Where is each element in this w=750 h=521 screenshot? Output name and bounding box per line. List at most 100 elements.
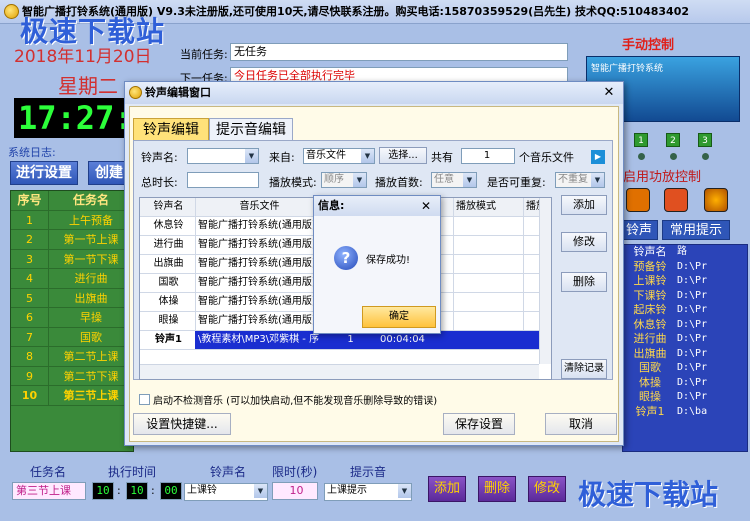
ring-name: 休息铃	[633, 317, 667, 331]
weekday-display: 星期二	[58, 74, 118, 98]
task-row[interactable]: 2 第一节上课	[11, 230, 133, 250]
channel-2-button[interactable]: 2	[666, 133, 680, 147]
ring-row[interactable]: 预备铃 D:\Pr	[623, 260, 747, 275]
task-index: 7	[11, 327, 49, 346]
time-limit-field[interactable]: 10	[272, 482, 318, 500]
channel-3-button[interactable]: 3	[698, 133, 712, 147]
task-name-field[interactable]: 第三节上课	[12, 482, 86, 500]
task-grid[interactable]: 序号 任务名 1 上午预备 2 第一节上课 3 第一节下课 4 进行曲 5 出旗曲 6 早操…	[10, 190, 134, 452]
cancel-button[interactable]: 取消	[545, 413, 617, 435]
play-count-select[interactable]: 任意 ▼	[431, 172, 477, 188]
chevron-down-icon: ▼	[245, 149, 258, 163]
ring-row[interactable]: 体操 D:\Pr	[623, 376, 747, 391]
cell	[454, 293, 524, 311]
duration-field[interactable]	[187, 172, 259, 188]
system-log-label[interactable]: 系统日志:	[8, 144, 56, 160]
task-index: 5	[11, 288, 49, 307]
task-row[interactable]: 6 早操	[11, 308, 133, 328]
tab-prompt-edit[interactable]: 提示音编辑	[209, 118, 293, 140]
task-row[interactable]: 1 上午预备	[11, 210, 133, 230]
browse-button[interactable]: 选择...	[379, 147, 427, 164]
ring-row[interactable]: 起床铃 D:\Pr	[623, 303, 747, 318]
task-row[interactable]: 5 出旗曲	[11, 288, 133, 308]
cell	[454, 274, 524, 292]
clear-records-button[interactable]: 清除记录	[561, 359, 607, 379]
ring-row[interactable]: 进行曲 D:\Pr	[623, 332, 747, 347]
settings-button[interactable]: 进行设置	[10, 161, 78, 185]
ring-path: D:\Pr	[677, 333, 708, 344]
time-separator: :	[117, 484, 121, 497]
ring-select-value: 上课铃	[187, 485, 217, 496]
cell-file: 智能广播打铃系统(通用版)\	[196, 236, 322, 254]
tab-common-prompt[interactable]: 常用提示	[662, 220, 730, 240]
modify-task-button[interactable]: 修改	[528, 476, 566, 502]
ring-row[interactable]: 铃声1 D:\ba	[623, 405, 747, 420]
pause-icon[interactable]	[626, 188, 650, 212]
second-field[interactable]: 00	[160, 482, 182, 500]
task-name: 第二节下课	[63, 369, 119, 383]
save-settings-button[interactable]: 保存设置	[443, 413, 515, 435]
add-task-button[interactable]: 添加	[428, 476, 466, 502]
info-message-box: 信息: ✕ ? 保存成功! 确定	[313, 195, 441, 334]
ring-row[interactable]: 国歌 D:\Pr	[623, 361, 747, 376]
task-row[interactable]: 7 国歌	[11, 327, 133, 347]
task-name: 早操	[80, 311, 102, 324]
ring-row[interactable]: 眼操 D:\Pr	[623, 390, 747, 405]
record-icon[interactable]	[704, 188, 728, 212]
total-count-field[interactable]: 1	[461, 148, 515, 164]
ok-button[interactable]: 确定	[362, 306, 436, 328]
channel-1-button[interactable]: 1	[634, 133, 648, 147]
task-name-label: 任务名	[30, 465, 67, 479]
add-button[interactable]: 添加	[561, 195, 607, 215]
ring-path: D:\Pr	[677, 391, 708, 402]
task-index: 1	[11, 210, 49, 229]
cell-file: \教程素材\MP3\邓紫棋 - 序	[196, 331, 322, 349]
task-row[interactable]: 3 第一节下课	[11, 249, 133, 269]
skip-check-checkbox[interactable]	[139, 394, 150, 405]
ring-row[interactable]: 下课铃 D:\Pr	[623, 289, 747, 304]
ring-row[interactable]: 休息铃 D:\Pr	[623, 318, 747, 333]
task-row[interactable]: 10 第三节上课	[11, 386, 133, 406]
source-select[interactable]: 音乐文件 ▼	[303, 148, 375, 164]
modify-button[interactable]: 修改	[561, 232, 607, 252]
ring-list[interactable]: 铃声名路 预备铃 D:\Pr 上课铃 D:\Pr 下课铃 D:\Pr 起床铃 D:\Pr…	[622, 244, 748, 452]
chevron-down-icon: ▼	[398, 484, 411, 498]
message-text: 保存成功!	[366, 255, 411, 266]
task-row[interactable]: 8 第二节上课	[11, 347, 133, 367]
ring-row[interactable]: 出旗曲 D:\Pr	[623, 347, 747, 362]
repeat-select[interactable]: 不重复 ▼	[555, 172, 605, 188]
task-row[interactable]: 9 第二节下课	[11, 366, 133, 386]
ring-select[interactable]: 上课铃 ▼	[184, 483, 268, 501]
chevron-down-icon: ▼	[463, 173, 476, 187]
stop-icon[interactable]	[664, 188, 688, 212]
cell-ring: 休息铃	[140, 217, 196, 235]
prompt-select[interactable]: 上课提示 ▼	[324, 483, 412, 501]
delete-button[interactable]: 删除	[561, 272, 607, 292]
play-mode-select[interactable]: 顺序 ▼	[321, 172, 367, 188]
minute-field[interactable]: 10	[126, 482, 148, 500]
ring-row[interactable]: 上课铃 D:\Pr	[623, 274, 747, 289]
dialog-title-bar: 铃声编辑窗口	[125, 82, 623, 104]
shortcut-settings-button[interactable]: 设置快捷键...	[133, 413, 231, 435]
play-icon[interactable]: ▶	[591, 150, 605, 164]
ring-name-label: 铃声名	[210, 465, 247, 479]
close-icon[interactable]: ✕	[418, 198, 434, 214]
amplifier-control-label[interactable]: 启用功放控制	[623, 166, 701, 185]
cell	[454, 312, 524, 330]
cell-ring: 铃声1	[140, 331, 196, 349]
close-icon[interactable]: ✕	[601, 85, 617, 101]
tab-ring-edit[interactable]: 铃声编辑	[133, 118, 209, 140]
ring-name: 体操	[639, 375, 661, 389]
ring-path: D:\Pr	[677, 376, 708, 388]
vertical-scrollbar[interactable]	[539, 198, 551, 364]
delete-task-button[interactable]: 删除	[478, 476, 516, 502]
cell-ring: 眼操	[140, 312, 196, 330]
ring-name: 铃声1	[635, 404, 665, 418]
task-row[interactable]: 4 进行曲	[11, 269, 133, 289]
ring-name-select[interactable]: ▼	[187, 148, 259, 164]
ring-list-header: 铃声名路	[623, 245, 747, 260]
horizontal-scrollbar[interactable]	[140, 364, 539, 379]
hour-field[interactable]: 10	[92, 482, 114, 500]
tab-ring[interactable]: 铃声	[620, 220, 658, 240]
cell-ring: 体操	[140, 293, 196, 311]
